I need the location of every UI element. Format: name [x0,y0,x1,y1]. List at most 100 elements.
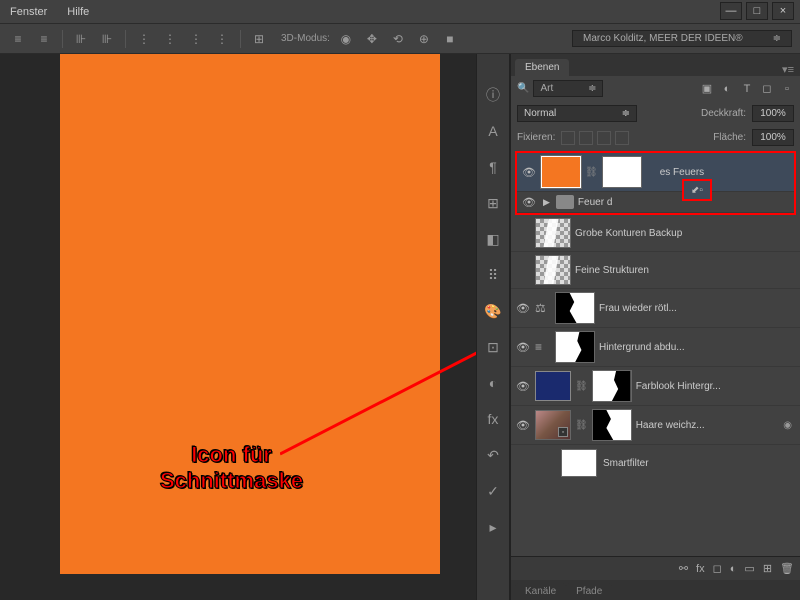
distribute-icon[interactable]: ⋮ [160,29,180,49]
layer-row[interactable]: Feine Strukturen [511,252,800,289]
layer-row[interactable]: 👁 ≡ Hintergrund abdu... [511,328,800,367]
close-button[interactable]: × [772,2,794,20]
layer-row-fire-color[interactable]: 👁 ⛓ es Feuers [517,153,794,192]
menu-hilfe[interactable]: Hilfe [67,6,89,18]
layer-row-fire-group[interactable]: 👁 ▶ Feuer d [517,192,794,213]
layer-name[interactable]: Haare weichz... [636,420,780,431]
info-icon[interactable]: ⓘ [482,84,504,106]
lock-all-icon[interactable] [615,131,629,145]
lock-label: Fixieren: [517,132,555,143]
3d-icon[interactable]: ✥ [362,29,382,49]
distribute-icon[interactable]: ⊪ [97,29,117,49]
layer-row[interactable]: 👁 ▫ ⛓ Haare weichz... ◉ [511,406,800,445]
filter-adjustment-icon[interactable]: ◐ [720,82,734,96]
adjustment-layer-icon[interactable]: ◐ [730,563,737,575]
tab-ebenen[interactable]: Ebenen [515,59,569,76]
auto-align-icon[interactable]: ⊞ [249,29,269,49]
filter-smart-icon[interactable]: ▫ [780,82,794,96]
distribute-icon[interactable]: ⊪ [71,29,91,49]
fx-icon[interactable]: fx [696,563,705,575]
opacity-input[interactable]: 100% [752,105,794,122]
link-icon: ⛓ [575,420,588,431]
blend-mode-select[interactable]: Normal≑ [517,105,637,122]
link-layers-icon[interactable]: ⚯ [679,562,688,575]
swatches-icon[interactable]: ⊞ [482,192,504,214]
align-icon[interactable]: ≡ [8,29,28,49]
layer-thumbnail[interactable]: ▫ [535,410,571,440]
delete-icon[interactable]: 🗑 [780,562,794,575]
3d-icon[interactable]: ⟲ [388,29,408,49]
menubar: Fenster Hilfe — □ × [0,0,800,24]
distribute-icon[interactable]: ⋮ [134,29,154,49]
mode-label: 3D-Modus: [281,33,330,44]
layer-row[interactable]: Grobe Konturen Backup [511,215,800,252]
3d-icon[interactable]: ◉ [336,29,356,49]
lock-position-icon[interactable] [597,131,611,145]
link-icon: ⛓ [585,167,598,178]
navigator-icon[interactable]: ▸ [482,516,504,538]
styles-icon[interactable]: ⊡ [482,336,504,358]
layer-thumbnail[interactable] [535,255,571,285]
3d-icon[interactable]: ■ [440,29,460,49]
expand-icon[interactable]: ▶ [543,197,550,208]
align-icon[interactable]: ≡ [34,29,54,49]
filter-type-select[interactable]: Art ≑ [533,80,603,97]
layer-name[interactable]: es Feuers [660,167,790,178]
layer-thumbnail[interactable] [535,371,571,401]
layer-name[interactable]: Hintergrund abdu... [599,342,796,353]
distribute-icon[interactable]: ⋮ [212,29,232,49]
visibility-icon[interactable]: 👁 [521,196,537,209]
layer-name[interactable]: Grobe Konturen Backup [575,228,796,239]
visibility-icon[interactable]: 👁 [515,419,531,432]
actions-icon[interactable]: ✓ [482,480,504,502]
text-icon[interactable]: A [482,120,504,142]
layer-name[interactable]: Feine Strukturen [575,265,796,276]
lock-transparency-icon[interactable] [561,131,575,145]
paragraph-icon[interactable]: ¶ [482,156,504,178]
history-icon[interactable]: ↶ [482,444,504,466]
adjustments-icon[interactable]: ◐ [482,372,504,394]
smartfilter-row[interactable]: Smartfilter [511,445,800,481]
canvas[interactable] [60,54,440,574]
distribute-icon[interactable]: ⋮ [186,29,206,49]
color-icon[interactable]: ◧ [482,228,504,250]
layer-thumbnail[interactable] [541,156,581,188]
filter-pixel-icon[interactable]: ▣ [700,82,714,96]
group-icon[interactable]: ▭ [744,562,754,575]
mask-icon[interactable]: ◻ [713,562,722,575]
minimize-button[interactable]: — [720,2,742,20]
layer-thumbnail[interactable] [535,218,571,248]
properties-icon[interactable]: fx [482,408,504,430]
layer-name[interactable]: Farblook Hintergr... [636,381,796,392]
layer-row[interactable]: 👁 ⛓ Farblook Hintergr... [511,367,800,406]
mask-thumbnail[interactable] [555,331,595,363]
palette-icon[interactable]: 🎨 [482,300,504,322]
new-layer-icon[interactable]: ⊞ [763,562,772,575]
mask-thumbnail[interactable] [592,409,632,441]
layer-row[interactable]: 👁 ⚖ Frau wieder rötl... [511,289,800,328]
tab-kanale[interactable]: Kanäle [515,583,566,600]
visibility-icon[interactable]: 👁 [521,166,537,179]
filter-shape-icon[interactable]: ◻ [760,82,774,96]
mask-thumbnail[interactable] [555,292,595,324]
maximize-button[interactable]: □ [746,2,768,20]
smartfilter-label[interactable]: Smartfilter [603,458,792,469]
chevron-down-icon: ≑ [773,33,781,44]
visibility-icon[interactable]: 👁 [515,341,531,354]
menu-fenster[interactable]: Fenster [10,6,47,18]
workspace-selector[interactable]: Marco Kolditz, MEER DER IDEEN®≑ [572,30,792,47]
filter-mask-thumbnail[interactable] [561,449,597,477]
mask-thumbnail[interactable] [602,156,642,188]
brushes-icon[interactable]: ⠿ [482,264,504,286]
layer-name[interactable]: Frau wieder rötl... [599,303,796,314]
filter-badge-icon[interactable]: ◉ [783,420,792,431]
tab-pfade[interactable]: Pfade [566,583,612,600]
mask-thumbnail[interactable] [592,370,632,402]
visibility-icon[interactable]: 👁 [515,380,531,393]
panel-menu-icon[interactable]: ▾≡ [776,63,800,76]
fill-input[interactable]: 100% [752,129,794,146]
lock-pixels-icon[interactable] [579,131,593,145]
3d-icon[interactable]: ⊕ [414,29,434,49]
visibility-icon[interactable]: 👁 [515,302,531,315]
filter-type-icon[interactable]: T [740,82,754,96]
